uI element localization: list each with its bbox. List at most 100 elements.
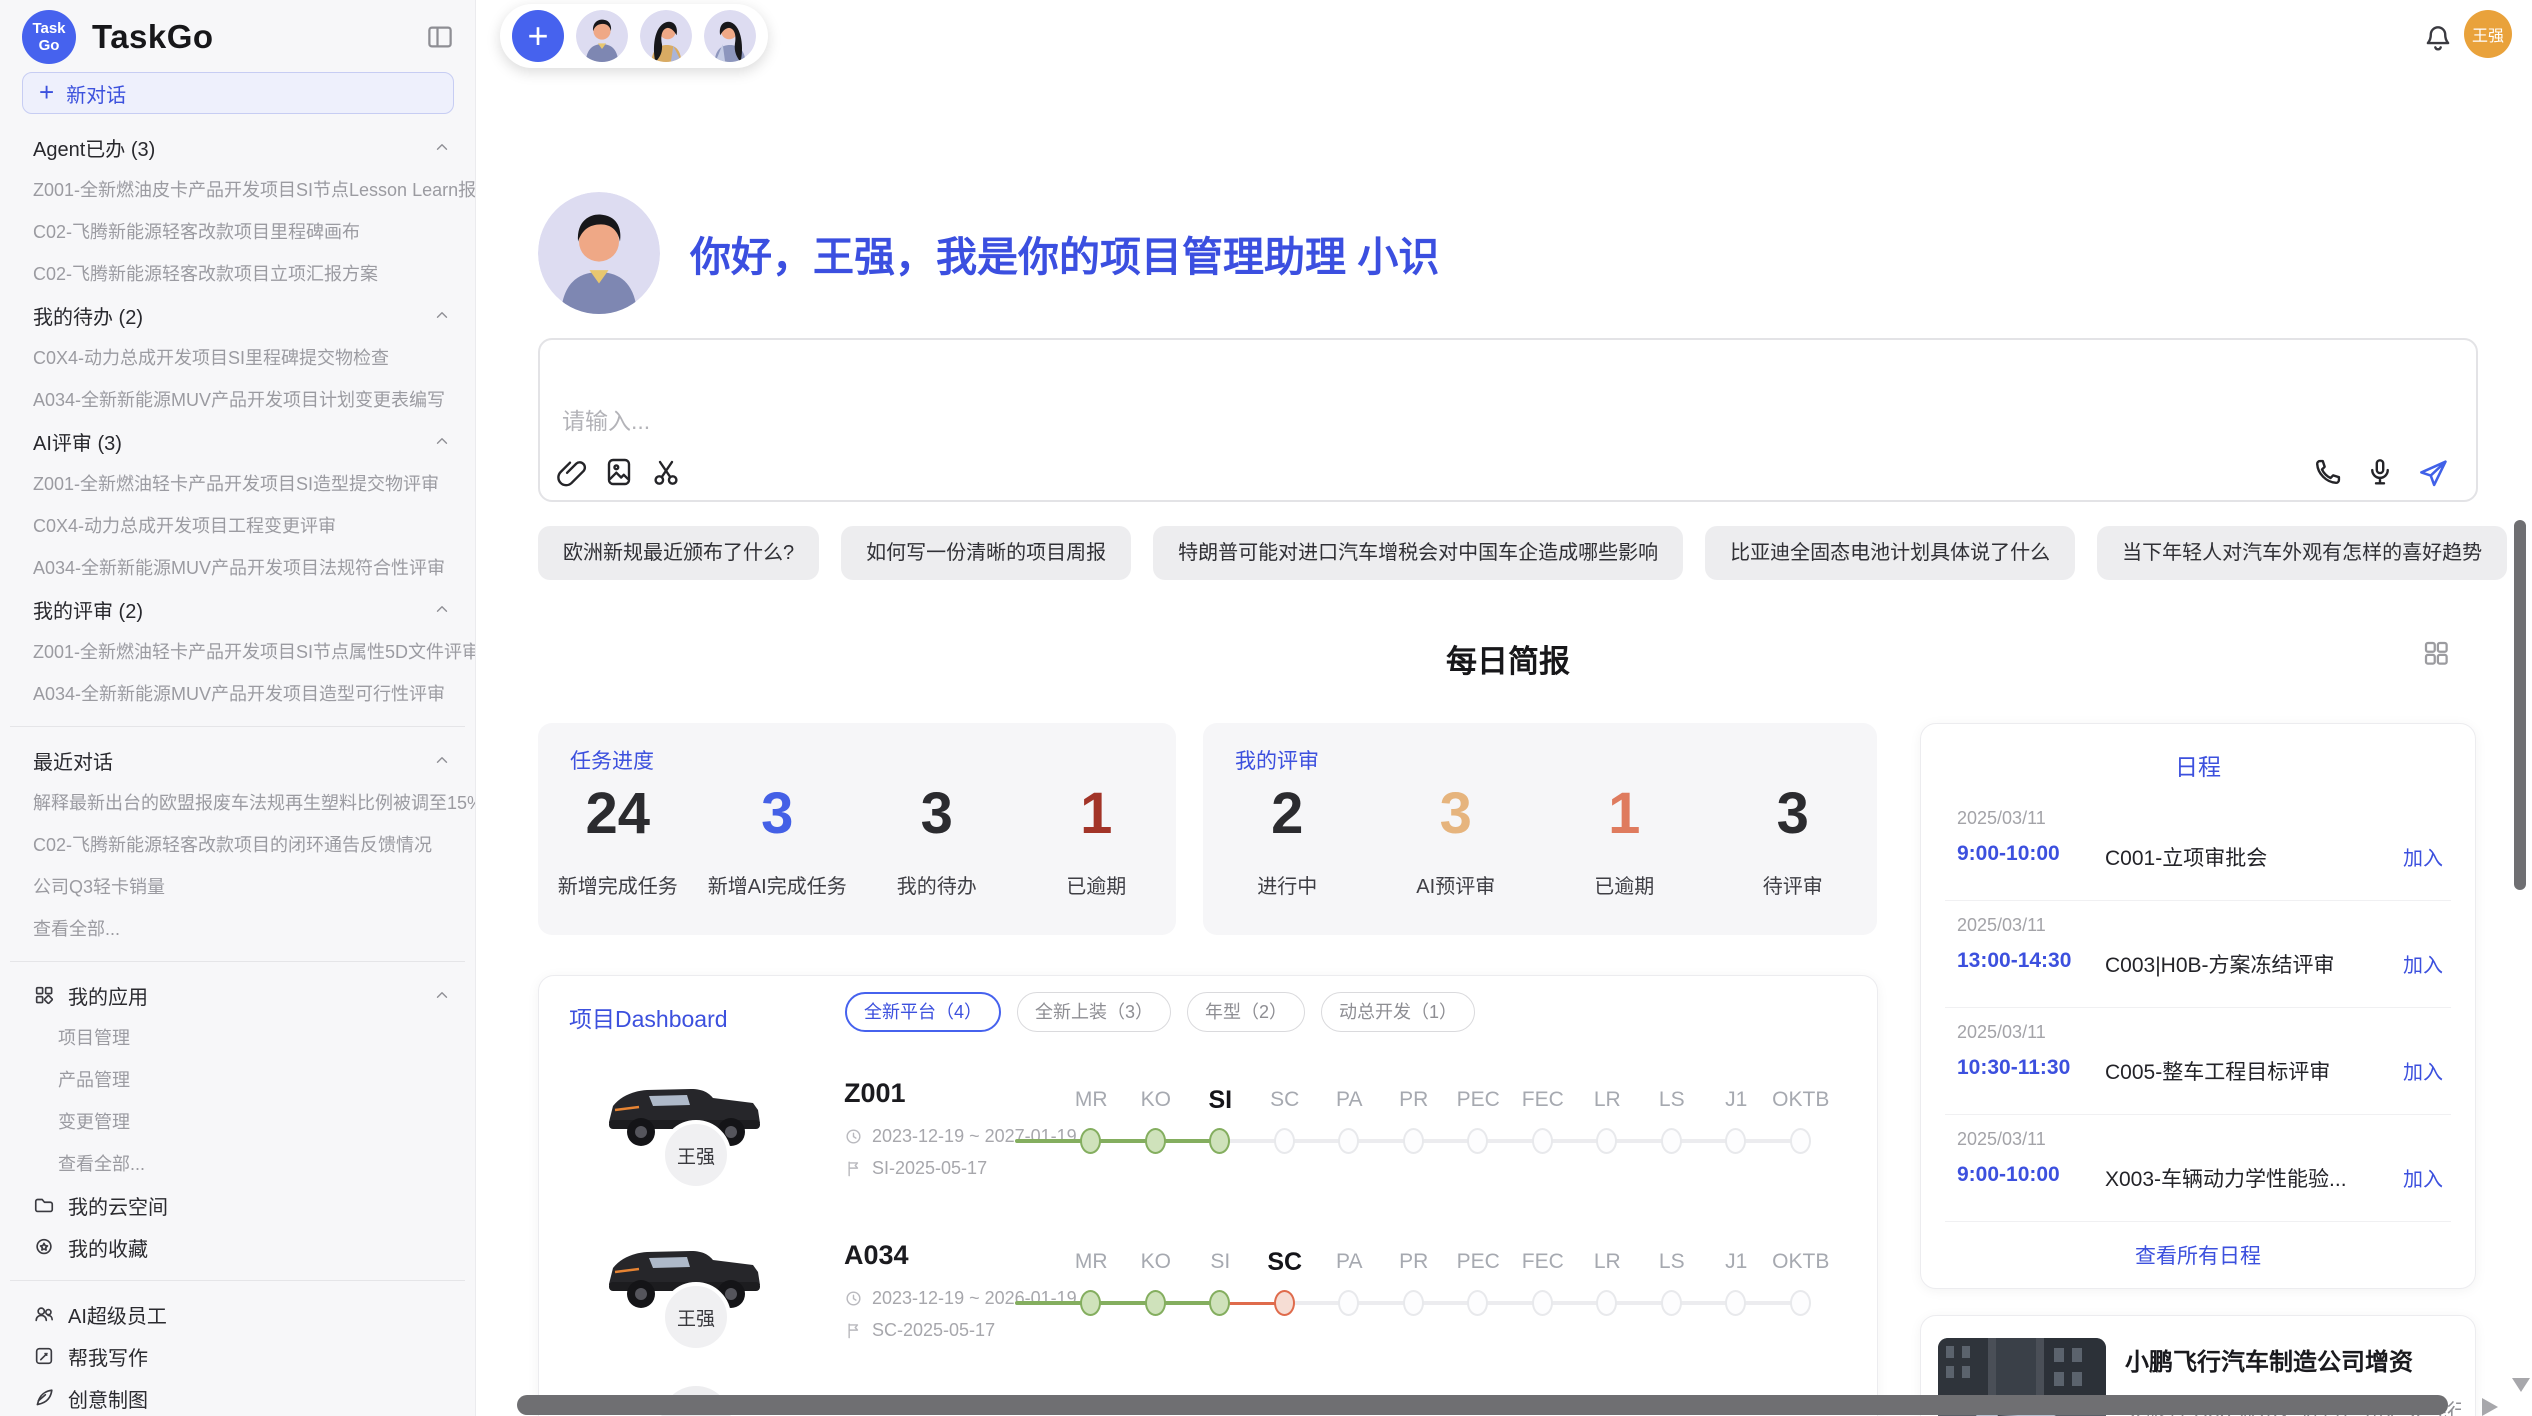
list-item[interactable]: 公司Q3轻卡销量 [0,865,475,907]
project-row[interactable]: 王强 A034 2023-12-19 ~ 2026-01-19 SC-2025-… [539,1216,1877,1381]
add-session-button[interactable]: + [512,10,564,62]
attachment-icon[interactable] [556,456,588,488]
view-all-chats[interactable]: 查看全部... [0,907,475,949]
milestone-dot [1274,1128,1295,1154]
suggestion-chip[interactable]: 特朗普可能对进口汽车增税会对中国车企造成哪些影响 [1153,526,1683,580]
join-button[interactable]: 加入 [2403,1163,2443,1192]
chevron-up-icon [433,138,451,156]
view-all-schedule-link[interactable]: 查看所有日程 [1921,1240,2475,1270]
suggestion-chip[interactable]: 如何写一份清晰的项目周报 [841,526,1131,580]
scroll-right-arrow[interactable] [2482,1398,2498,1416]
app-logo: Task Go [22,10,76,64]
agent-avatar[interactable] [576,10,628,62]
user-avatar[interactable]: 王强 [2464,10,2512,58]
suggestion-chip[interactable]: 当下年轻人对汽车外观有怎样的喜好趋势 [2097,526,2507,580]
join-button[interactable]: 加入 [2403,949,2443,978]
suggestion-chip[interactable]: 欧洲新规最近颁布了什么? [538,526,819,580]
vertical-scrollbar[interactable] [2514,520,2526,890]
notification-bell-icon[interactable] [2422,22,2454,54]
new-chat-button[interactable]: + 新对话 [22,72,454,114]
list-item[interactable]: A034-全新新能源MUV产品开发项目计划变更表编写 [0,378,475,420]
agent-avatar[interactable] [640,10,692,62]
divider [10,1280,465,1281]
milestone-dot [1145,1128,1166,1154]
clock-icon [844,1289,863,1308]
sidebar-item-label: AI超级员工 [68,1300,167,1329]
section-my-review[interactable]: 我的评审 (2) [0,588,475,630]
sidebar-item-help-me-write[interactable]: 帮我写作 [0,1335,475,1377]
phone-call-icon[interactable] [2312,456,2344,488]
app-title: TaskGo [92,18,214,56]
join-button[interactable]: 加入 [2403,1056,2443,1085]
milestone-dot [1209,1128,1230,1154]
send-icon[interactable] [2416,456,2448,488]
milestone-label: MR [1059,1088,1124,1112]
list-item[interactable]: C0X4-动力总成开发项目工程变更评审 [0,504,475,546]
sidebar-collapse-icon[interactable] [425,22,455,52]
stat: 3 新增AI完成任务 [698,785,858,935]
list-item[interactable]: C02-飞腾新能源轻客改款项目立项汇报方案 [0,252,475,294]
list-item[interactable]: A034-全新新能源MUV产品开发项目造型可行性评审 [0,672,475,714]
composer-left-tools [556,456,682,488]
list-item[interactable]: 解释最新出台的欧盟报废车法规再生塑料比例被调至15%... [0,781,475,823]
filter-tab[interactable]: 动总开发（1） [1321,992,1475,1032]
layout-grid-icon[interactable] [2421,638,2451,668]
list-item[interactable]: Z001-全新燃油皮卡产品开发项目SI节点Lesson Learn报告 [0,168,475,210]
list-item[interactable]: C02-飞腾新能源轻客改款项目里程碑画布 [0,210,475,252]
section-title: AI评审 (3) [33,427,122,456]
filter-tab[interactable]: 全新平台（4） [845,992,1001,1032]
project-dates: 2023-12-19 ~ 2026-01-19 [872,1288,1077,1309]
sidebar-item-creative-drawing[interactable]: 创意制图 [0,1377,475,1416]
milestone-dot [1596,1128,1617,1154]
image-upload-icon[interactable] [603,456,635,488]
section-ai-review[interactable]: AI评审 (3) [0,420,475,462]
sidebar-item-ai-super-staff[interactable]: AI超级员工 [0,1293,475,1335]
horizontal-scrollbar[interactable] [517,1395,2448,1415]
list-item[interactable]: C0X4-动力总成开发项目SI里程碑提交物检查 [0,336,475,378]
medal-icon [33,1236,55,1258]
milestone-label: KO [1124,1250,1189,1274]
milestone-label: PA [1317,1250,1382,1274]
project-dashboard-card: 项目Dashboard 全新平台（4） 全新上装（3） 年型（2） 动总开发（1… [538,975,1878,1416]
sidebar-item-label: 创意制图 [68,1384,148,1413]
calendar-event[interactable]: 2025/03/11 10:30-11:30 C005-整车工程目标评审 加入 [1945,1008,2451,1115]
calendar-event[interactable]: 2025/03/11 13:00-14:30 C003|H0B-方案冻结评审 加… [1945,901,2451,1008]
join-button[interactable]: 加入 [2403,842,2443,871]
calendar-event[interactable]: 2025/03/11 9:00-10:00 X003-车辆动力学性能验... 加… [1945,1115,2451,1222]
sidebar-item-product-mgmt[interactable]: 产品管理 [0,1058,475,1100]
list-item[interactable]: A034-全新新能源MUV产品开发项目法规符合性评审 [0,546,475,588]
view-all-apps[interactable]: 查看全部... [0,1142,475,1184]
section-title: Agent已办 (3) [33,133,155,162]
milestone-dot [1661,1128,1682,1154]
list-item[interactable]: Z001-全新燃油轻卡产品开发项目SI造型提交物评审 [0,462,475,504]
chevron-up-icon [433,986,451,1004]
microphone-icon[interactable] [2364,456,2396,488]
section-recent-chats[interactable]: 最近对话 [0,739,475,781]
list-item[interactable]: C02-飞腾新能源轻客改款项目的闭环通告反馈情况 [0,823,475,865]
message-input[interactable] [540,340,2476,500]
sidebar-item-label: 我的收藏 [68,1233,148,1262]
section-my-todo[interactable]: 我的待办 (2) [0,294,475,336]
people-icon [33,1303,55,1325]
sidebar-item-cloud-space[interactable]: 我的云空间 [0,1184,475,1226]
clock-icon [844,1127,863,1146]
filter-tab[interactable]: 年型（2） [1187,992,1305,1032]
sidebar-item-change-mgmt[interactable]: 变更管理 [0,1100,475,1142]
sidebar-item-project-mgmt[interactable]: 项目管理 [0,1016,475,1058]
main-area: + 王强 你好，王强，我是你的项目管理助理 小识 欧洲新 [477,0,2532,1416]
sidebar-item-favorites[interactable]: 我的收藏 [0,1226,475,1268]
sidebar-item-my-apps[interactable]: 我的应用 [0,974,475,1016]
scroll-down-arrow[interactable] [2512,1378,2530,1392]
list-item[interactable]: Z001-全新燃油轻卡产品开发项目SI节点属性5D文件评审 [0,630,475,672]
project-row[interactable]: 王强 Z001 2023-12-19 ~ 2027-01-19 SI-2025-… [539,1054,1877,1219]
suggestion-chip[interactable]: 比亚迪全固态电池计划具体说了什么 [1705,526,2075,580]
agent-avatar[interactable] [704,10,756,62]
scissors-icon[interactable] [650,456,682,488]
compose-icon [33,1345,55,1367]
calendar-event[interactable]: 2025/03/11 9:00-10:00 C001-立项审批会 加入 [1945,794,2451,901]
milestone-label: SI [1188,1086,1253,1115]
sidebar-nav: Agent已办 (3) Z001-全新燃油皮卡产品开发项目SI节点Lesson … [0,126,475,1416]
milestone-dot [1790,1290,1811,1316]
filter-tab[interactable]: 全新上装（3） [1017,992,1171,1032]
section-agent-done[interactable]: Agent已办 (3) [0,126,475,168]
